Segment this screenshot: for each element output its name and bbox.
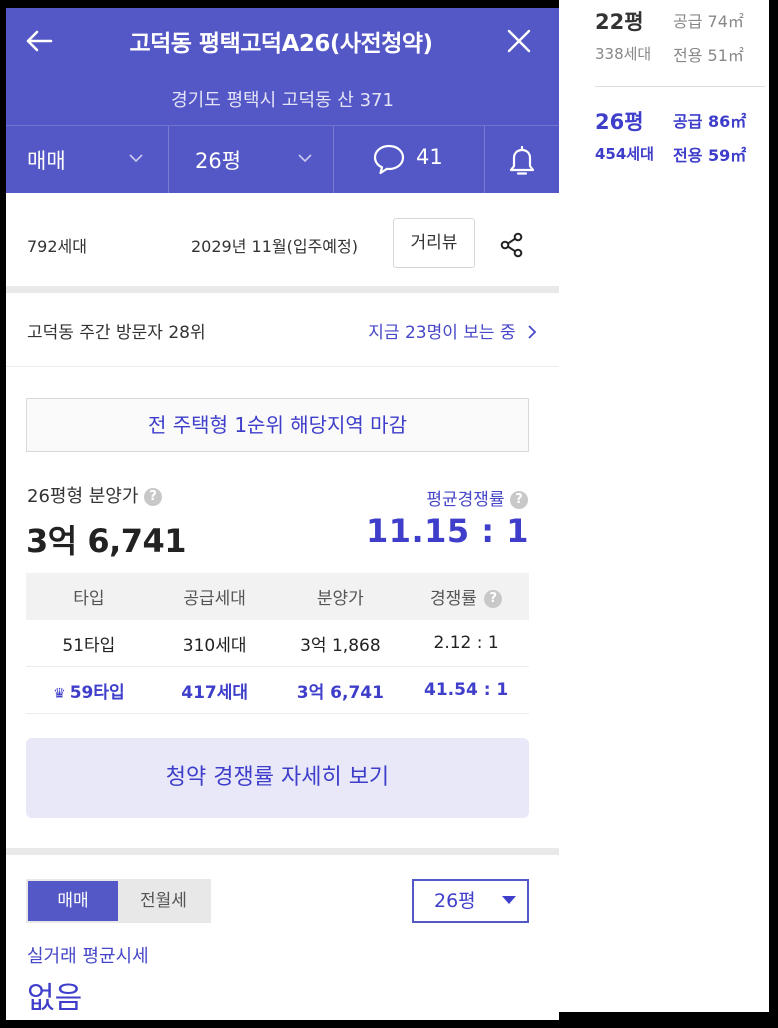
tab-rent[interactable]: 전월세 (118, 881, 209, 921)
crown-icon: ♛ (53, 685, 66, 702)
street-view-button[interactable]: 거리뷰 (393, 218, 475, 268)
households-count: 792세대 (27, 237, 87, 256)
size-option-units: 454세대 (595, 145, 654, 163)
apartment-detail-panel: 고덕동 평택고덕A26(사전청약) 경기도 평택시 고덕동 산 371 매매 2… (6, 8, 559, 1020)
table-header-row: 타입 공급세대 분양가 경쟁률 ? (26, 573, 529, 620)
size-option-exclusive-area: 전용 59㎡ (673, 146, 747, 165)
chevron-right-icon (528, 325, 537, 339)
visitors-row[interactable]: 고덕동 주간 방문자 28위 지금 23명이 보는 중 (6, 293, 559, 367)
table-cell-type: ♛ 59타입 (26, 666, 152, 714)
market-tabs: 매매 전월세 (26, 879, 211, 923)
column-header: 경쟁률 (429, 589, 477, 609)
speech-bubble-icon (373, 144, 405, 175)
back-arrow-icon[interactable] (24, 26, 54, 56)
size-options-panel: 22평 공급 74㎡ 338세대 전용 51㎡ 26평 공급 86㎡ 454세대… (559, 0, 769, 1012)
size-option-pyeong: 26평 (595, 110, 644, 134)
help-icon[interactable]: ? (144, 488, 163, 506)
size-option-pyeong: 22평 (595, 10, 644, 34)
share-icon[interactable] (499, 232, 525, 258)
close-icon[interactable] (504, 26, 534, 56)
weekly-visitor-rank: 고덕동 주간 방문자 28위 (27, 323, 206, 343)
table-cell: 3억 6,741 (277, 666, 404, 714)
bell-icon[interactable] (506, 144, 538, 178)
competition-label-text: 평균경쟁률 (426, 490, 505, 510)
filter-bar: 매매 26평 41 (6, 125, 559, 194)
size-option-exclusive-area: 전용 51㎡ (673, 46, 744, 65)
info-row: 792세대 2029년 11월(입주예정) 거리뷰 (6, 193, 559, 286)
type-price-table: 타입 공급세대 분양가 경쟁률 ? 51타입 310세대 3억 1,868 2.… (26, 573, 529, 714)
subscription-notice: 전 주택형 1순위 해당지역 마감 (26, 398, 529, 452)
caret-down-icon (502, 896, 516, 904)
header: 고덕동 평택고덕A26(사전청약) 경기도 평택시 고덕동 산 371 매매 2… (6, 8, 559, 194)
column-header: 타입 (26, 573, 152, 620)
divider (6, 848, 559, 855)
trade-type-label: 매매 (27, 149, 66, 173)
price-label: 26평형 분양가 ? (27, 482, 163, 508)
average-price-value: 없음 (27, 981, 83, 1016)
table-cell: 41.54 : 1 (403, 666, 529, 714)
column-header: 공급세대 (151, 573, 278, 620)
divider (595, 86, 765, 87)
size-select[interactable]: 26평 (412, 879, 529, 923)
size-option-supply-area: 공급 74㎡ (673, 12, 744, 31)
table-cell: 59타입 (69, 682, 125, 703)
competition-label: 평균경쟁률 ? (426, 485, 528, 510)
help-icon[interactable]: ? (484, 590, 503, 608)
size-select-value: 26평 (434, 890, 476, 912)
address: 경기도 평택시 고덕동 산 371 (171, 90, 394, 111)
table-row: 51타입 310세대 3억 1,868 2.12 : 1 (26, 620, 529, 667)
competition-rate: 11.15 : 1 (365, 512, 529, 550)
viewing-now-text: 지금 23명이 보는 중 (368, 323, 516, 343)
column-header: 분양가 (277, 573, 404, 620)
comments-count: 41 (416, 145, 443, 169)
size-option-units: 338세대 (595, 45, 652, 63)
table-cell: 51타입 (26, 620, 152, 667)
size-option-supply-area: 공급 86㎡ (673, 112, 747, 131)
viewing-now-link[interactable]: 지금 23명이 보는 중 (368, 318, 537, 343)
move-in-date: 2029년 11월(입주예정) (191, 237, 358, 256)
chevron-down-icon (298, 154, 312, 163)
column-header-competition: 경쟁률 ? (403, 573, 529, 620)
chevron-down-icon (129, 154, 143, 163)
help-icon[interactable]: ? (510, 491, 528, 509)
table-row-highlighted: ♛ 59타입 417세대 3억 6,741 41.54 : 1 (26, 666, 529, 714)
average-price-label: 실거래 평균시세 (27, 946, 149, 967)
page-title: 고덕동 평택고덕A26(사전청약) (129, 31, 433, 57)
table-cell: 2.12 : 1 (403, 620, 529, 667)
size-label: 26평 (195, 149, 242, 173)
table-cell: 310세대 (151, 620, 278, 667)
comments-button[interactable]: 41 (334, 126, 484, 194)
price-label-text: 26평형 분양가 (27, 486, 139, 507)
divider (484, 126, 485, 194)
divider (6, 286, 559, 293)
table-cell: 417세대 (151, 666, 278, 714)
size-dropdown[interactable]: 26평 (169, 126, 333, 194)
table-cell: 3억 1,868 (277, 620, 404, 667)
trade-type-dropdown[interactable]: 매매 (6, 126, 168, 194)
tab-sale[interactable]: 매매 (28, 881, 118, 921)
sale-price: 3억 6,741 (26, 522, 187, 560)
competition-detail-button[interactable]: 청약 경쟁률 자세히 보기 (26, 738, 529, 818)
